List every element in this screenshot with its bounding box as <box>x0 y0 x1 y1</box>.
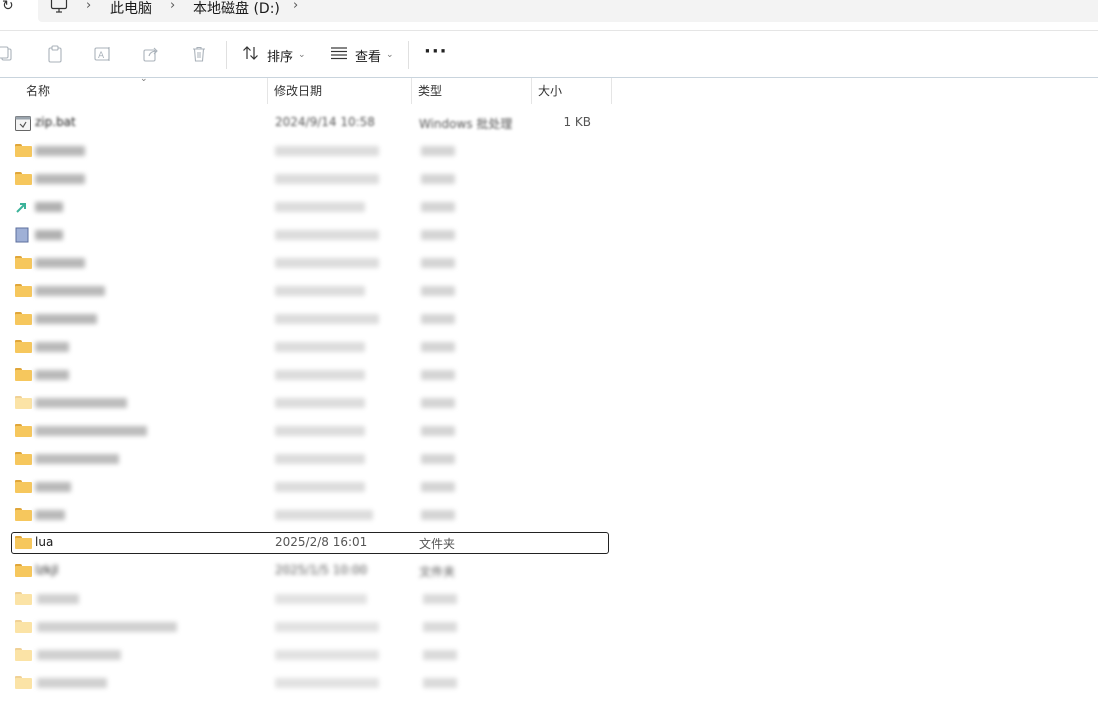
toolbar-divider <box>226 41 227 69</box>
sort-button[interactable]: 排序 ⌄ <box>242 45 306 65</box>
file-date: 2024/9/14 10:58 <box>275 115 375 129</box>
svg-text:A: A <box>98 51 105 61</box>
folder-icon <box>15 256 32 269</box>
view-button[interactable]: 查看 ⌄ <box>330 45 394 65</box>
folder-icon <box>15 284 32 297</box>
folder-icon <box>15 648 32 661</box>
folder-icon <box>15 368 32 381</box>
chevron-down-icon: ⌄ <box>386 50 394 60</box>
file-name: zip.bat <box>35 115 76 129</box>
breadcrumb-this-pc[interactable]: 此电脑 <box>110 0 152 18</box>
list-item[interactable] <box>11 252 609 274</box>
column-header-size[interactable]: 大小 <box>532 78 612 104</box>
sort-icon <box>242 45 260 65</box>
sort-label: 排序 <box>267 49 294 65</box>
folder-icon <box>15 564 32 577</box>
column-header-row: ⌄ 名称 修改日期 类型 大小 <box>0 74 620 104</box>
chevron-right-icon[interactable]: › <box>293 0 298 13</box>
shortcut-icon <box>15 200 31 218</box>
list-item[interactable] <box>11 588 609 610</box>
list-item[interactable] <box>11 672 609 694</box>
list-item[interactable] <box>11 420 609 442</box>
list-item[interactable]: zip.bat 2024/9/14 10:58 Windows 批处理 1 KB <box>11 112 609 134</box>
folder-icon <box>15 396 32 409</box>
refresh-icon[interactable]: ↻ <box>2 0 14 14</box>
monitor-icon[interactable] <box>50 0 68 18</box>
list-item[interactable] <box>11 280 609 302</box>
column-header-date-modified[interactable]: 修改日期 <box>268 78 412 104</box>
list-item[interactable] <box>11 476 609 498</box>
column-header-name[interactable]: 名称 <box>20 78 268 104</box>
file-date: 2025/2/8 16:01 <box>275 535 368 549</box>
folder-icon <box>15 312 32 325</box>
list-item[interactable] <box>11 308 609 330</box>
file-name: lua <box>35 535 54 549</box>
list-item[interactable] <box>11 644 609 666</box>
folder-icon <box>15 452 32 465</box>
list-item[interactable] <box>11 196 609 218</box>
view-label: 查看 <box>355 49 382 65</box>
folder-icon <box>15 424 32 437</box>
list-item[interactable] <box>11 336 609 358</box>
list-item[interactable] <box>11 168 609 190</box>
rename-icon[interactable]: A <box>92 43 114 65</box>
folder-icon <box>15 340 32 353</box>
delete-icon[interactable] <box>188 43 210 65</box>
file-size: 1 KB <box>563 115 591 129</box>
list-item[interactable]: lzkjl 2025/1/5 10:00 文件夹 <box>11 560 609 582</box>
file-type: Windows 批处理 <box>419 117 513 131</box>
folder-icon <box>15 144 32 157</box>
chevron-down-icon: ⌄ <box>298 50 306 60</box>
list-item-selected[interactable]: lua 2025/2/8 16:01 文件夹 <box>11 532 609 554</box>
file-type: 文件夹 <box>419 537 456 551</box>
file-date: 2025/1/5 10:00 <box>275 563 368 577</box>
folder-icon <box>15 536 32 549</box>
list-item[interactable] <box>11 448 609 470</box>
list-item[interactable] <box>11 140 609 162</box>
folder-icon <box>15 592 32 605</box>
batch-file-icon <box>15 116 31 134</box>
folder-icon <box>15 480 32 493</box>
view-list-icon <box>330 46 348 64</box>
list-item[interactable] <box>11 224 609 246</box>
list-item[interactable] <box>11 616 609 638</box>
toolbar-divider <box>408 41 409 69</box>
share-icon[interactable] <box>140 43 162 65</box>
address-bar: ↻ › 此电脑 › 本地磁盘 (D:) › <box>0 0 1098 31</box>
paste-icon[interactable] <box>44 43 66 65</box>
folder-icon <box>15 508 32 521</box>
breadcrumb-local-disk-d[interactable]: 本地磁盘 (D:) <box>193 0 280 18</box>
chevron-right-icon[interactable]: › <box>86 0 91 13</box>
list-item[interactable] <box>11 392 609 414</box>
file-name: lzkjl <box>35 563 59 577</box>
file-type: 文件夹 <box>419 565 456 579</box>
chevron-right-icon[interactable]: › <box>170 0 175 13</box>
copy-icon[interactable] <box>0 43 16 65</box>
archive-icon <box>15 227 29 246</box>
folder-icon <box>15 172 32 185</box>
list-item[interactable] <box>11 364 609 386</box>
command-bar: A 排序 ⌄ 查看 ⌄ ··· <box>0 31 1098 78</box>
column-header-type[interactable]: 类型 <box>412 78 532 104</box>
more-options-button[interactable]: ··· <box>424 43 448 61</box>
folder-icon <box>15 620 32 633</box>
list-item[interactable] <box>11 504 609 526</box>
folder-icon <box>15 676 32 689</box>
